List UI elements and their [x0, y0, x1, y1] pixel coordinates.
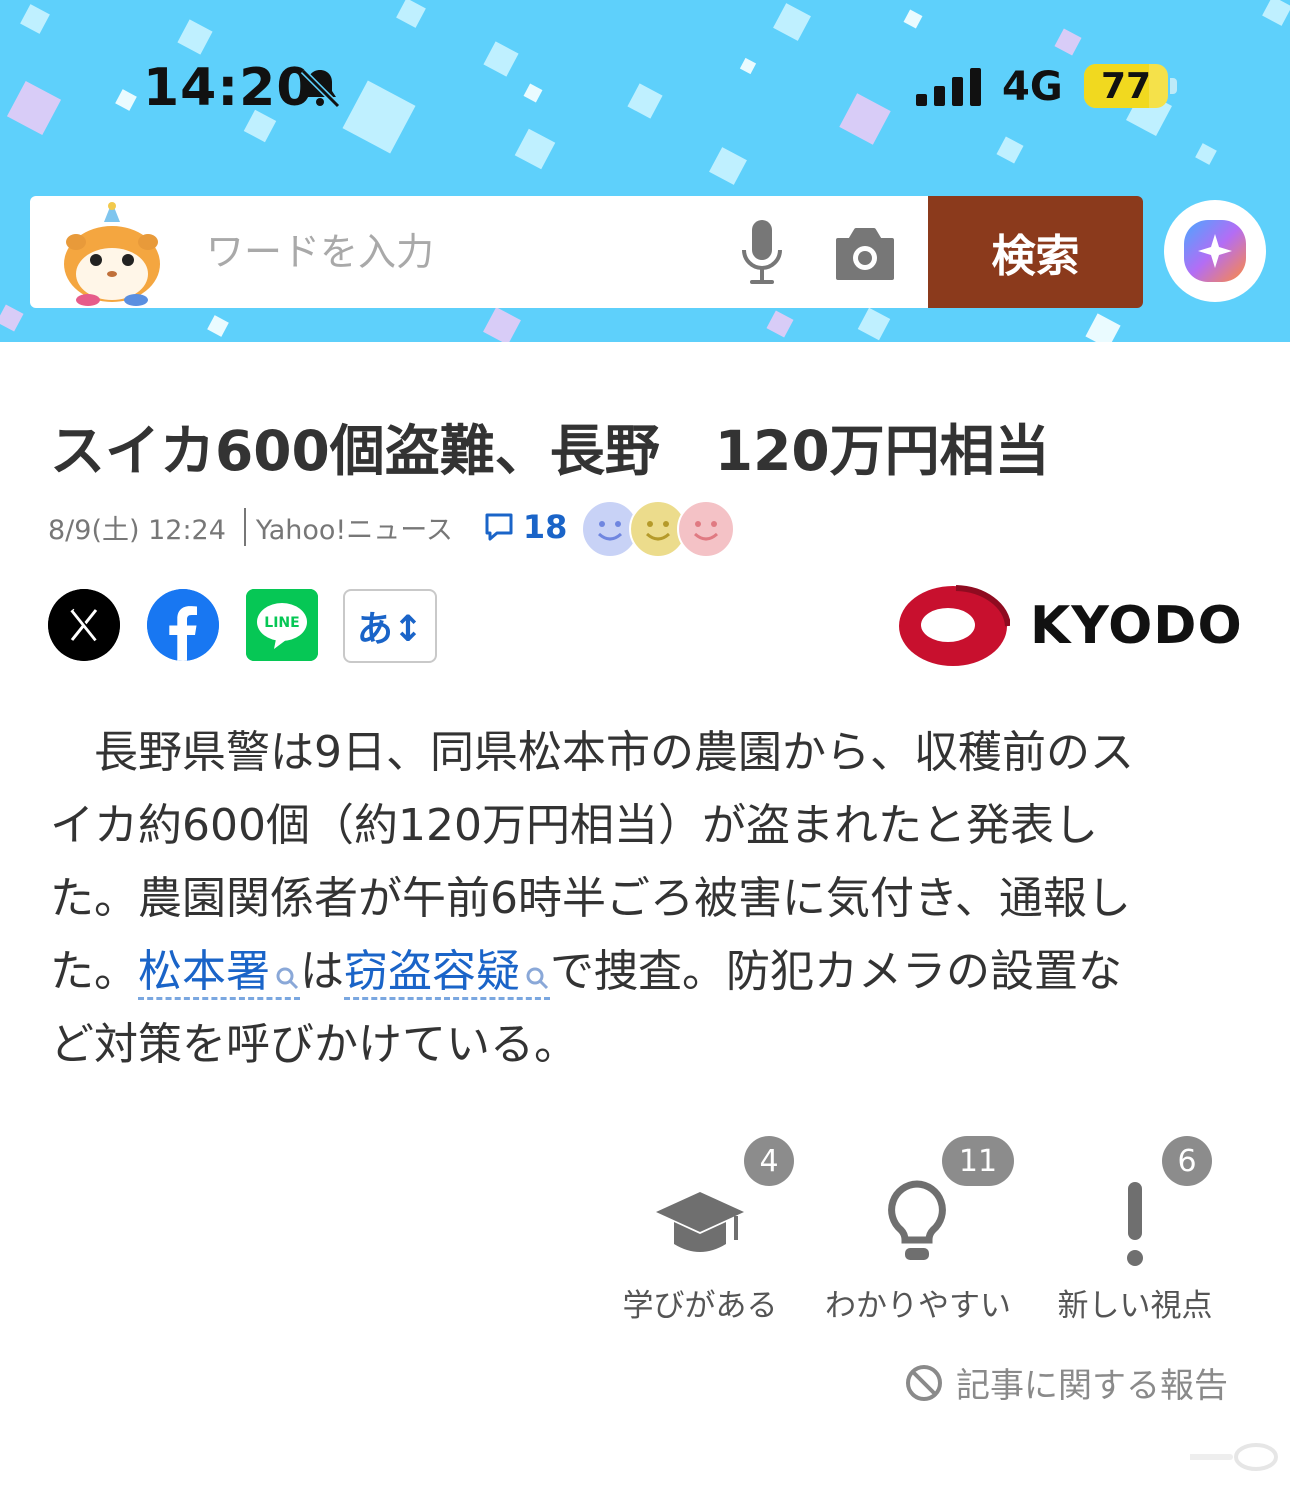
- reaction-learning-button[interactable]: 4 学びがある: [610, 1136, 794, 1324]
- confetti: [177, 19, 213, 55]
- meta-divider: [243, 508, 246, 546]
- confetti: [996, 136, 1024, 164]
- graduation-cap-icon: [656, 1192, 744, 1252]
- microphone-icon[interactable]: [738, 220, 786, 286]
- ai-assistant-icon: [1184, 220, 1246, 282]
- confetti: [773, 3, 811, 41]
- reaction-new-perspective-button[interactable]: 6 新しい視点: [1050, 1136, 1220, 1324]
- prohibited-icon: [906, 1364, 942, 1401]
- body-text-fragment: は: [300, 946, 344, 997]
- reaction-label: わかりやすい: [825, 1288, 1011, 1324]
- search-button[interactable]: 検索: [928, 196, 1143, 308]
- article-body: 長野県警は9日、同県松本市の農園から、収穫前のス イカ約600個（約120万円相…: [50, 716, 1230, 1081]
- reaction-label: 新しい視点: [1057, 1288, 1213, 1324]
- comments-link[interactable]: 18: [483, 508, 568, 546]
- confetti: [627, 83, 663, 119]
- status-time: 14:20: [143, 58, 314, 118]
- font-size-button[interactable]: あ↕: [343, 589, 437, 663]
- reaction-clear-button[interactable]: 11 わかりやすい: [820, 1136, 1016, 1324]
- confetti: [396, 0, 426, 28]
- mascot-logo[interactable]: [58, 202, 166, 306]
- confetti: [839, 93, 891, 145]
- magnifier-icon: [526, 967, 549, 990]
- confetti: [1054, 28, 1082, 56]
- report-article-link[interactable]: 記事に関する報告: [904, 1358, 1228, 1407]
- confetti: [766, 310, 794, 338]
- lightbulb-icon: [888, 1180, 946, 1260]
- magnifier-icon: [276, 967, 299, 990]
- exclamation-icon: [1127, 1182, 1143, 1266]
- body-line: た。松本署 は窃盗容疑 で捜査。防犯カメラの設置な: [50, 935, 1230, 1008]
- article-date: 8/9(土) 12:24: [48, 514, 226, 546]
- report-label: 記事に関する報告: [956, 1366, 1228, 1406]
- body-line: ど対策を呼びかけている。: [50, 1019, 578, 1070]
- confetti: [207, 315, 229, 337]
- search-input[interactable]: [206, 224, 706, 280]
- reaction-count-badge: 6: [1162, 1136, 1212, 1186]
- confetti: [342, 80, 416, 154]
- body-line: た。農園関係者が午前6時半ごろ被害に気付き、通報し: [50, 873, 1131, 924]
- network-type: 4G: [1002, 64, 1063, 110]
- x-share-icon[interactable]: [48, 589, 120, 661]
- confetti: [6, 80, 62, 136]
- camera-icon[interactable]: [834, 224, 896, 282]
- confetti: [903, 9, 923, 29]
- publisher-name[interactable]: KYODO: [1030, 596, 1243, 656]
- reaction-faces[interactable]: [581, 500, 736, 558]
- reaction-count-badge: 11: [942, 1136, 1014, 1186]
- header-banner: 14:20 4G 77 ワードを入力 検索: [0, 0, 1290, 342]
- facebook-share-icon[interactable]: [147, 589, 219, 661]
- keyword-link-theft-suspicion[interactable]: 窃盗容疑: [344, 946, 550, 1000]
- confetti: [514, 128, 556, 170]
- confetti: [0, 304, 24, 332]
- body-line: 長野県警は9日、同県松本市の農園から、収穫前のス: [50, 727, 1134, 778]
- confetti: [857, 307, 891, 341]
- bell-muted-icon: [300, 68, 341, 109]
- cellular-signal-icon: [916, 68, 981, 106]
- article-title: スイカ600個盗難、長野 120万円相当: [50, 419, 1050, 483]
- battery-icon: 77: [1084, 64, 1168, 108]
- confetti: [20, 4, 50, 34]
- article-meta: 8/9(土) 12:24 Yahoo!ニュース 18: [48, 500, 736, 558]
- confetti: [739, 57, 757, 75]
- line-share-icon[interactable]: LINE: [246, 589, 318, 661]
- battery-cap: [1170, 78, 1177, 94]
- body-text-fragment: で捜査。防犯カメラの設置な: [550, 946, 1122, 997]
- article-source[interactable]: Yahoo!ニュース: [256, 508, 453, 547]
- confetti: [523, 83, 543, 103]
- reaction-label: 学びがある: [622, 1288, 778, 1324]
- confetti: [115, 89, 137, 111]
- confetti: [709, 147, 747, 185]
- comment-icon: [485, 513, 513, 541]
- keyword-link-label: 窃盗容疑: [344, 946, 520, 997]
- keyword-link-label: 松本署: [138, 946, 270, 997]
- battery-percent: 77: [1100, 66, 1152, 107]
- confetti: [1262, 0, 1290, 26]
- happy-face-pink-icon: [677, 500, 736, 558]
- comment-count: 18: [522, 508, 568, 546]
- confetti: [483, 41, 519, 77]
- body-line: イカ約600個（約120万円相当）が盗まれたと発表し: [50, 800, 1098, 851]
- keyword-link-matsumoto-police[interactable]: 松本署: [138, 946, 300, 1000]
- confetti: [1085, 313, 1121, 342]
- confetti: [1195, 143, 1217, 165]
- confetti: [483, 307, 521, 342]
- search-bar: [30, 196, 928, 308]
- ai-assistant-button[interactable]: [1164, 200, 1266, 302]
- svg-text:LINE: LINE: [264, 615, 299, 631]
- reaction-count-badge: 4: [744, 1136, 794, 1186]
- kyodo-logo-icon[interactable]: [896, 584, 1010, 668]
- watermark-icon: [1190, 1443, 1278, 1471]
- body-text-fragment: た。: [50, 946, 138, 997]
